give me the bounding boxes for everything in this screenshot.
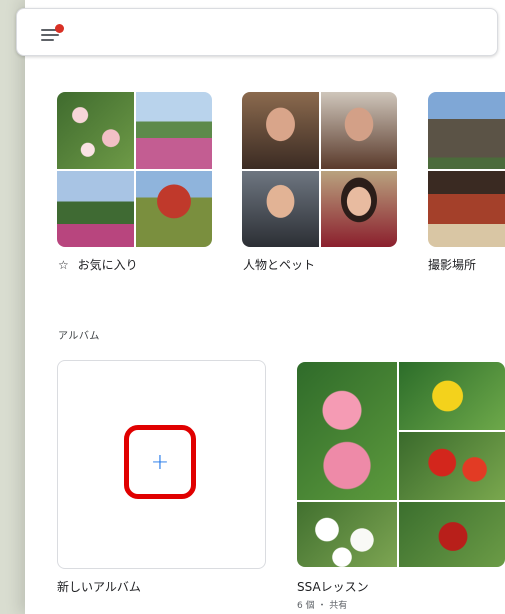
star-outline-icon: ☆: [58, 258, 69, 272]
album-cover-ssa[interactable]: [297, 362, 505, 567]
album-photo: [297, 502, 397, 567]
favorites-photo: [57, 170, 134, 247]
places-collage[interactable]: [428, 92, 505, 247]
plus-glyph: +: [150, 449, 170, 475]
people-label[interactable]: 人物とペット: [243, 256, 315, 273]
menu-icon[interactable]: [41, 24, 64, 42]
new-album-label[interactable]: 新しいアルバム: [57, 578, 141, 595]
favorites-photo: [57, 92, 134, 169]
albums-section-label: アルバム: [58, 331, 100, 342]
person-photo: [320, 92, 397, 169]
album-subtitle: 6 個 ・ 共有: [297, 601, 348, 611]
album-photo: [399, 432, 505, 500]
album-photo: [399, 362, 505, 430]
place-photo: [428, 92, 505, 169]
places-label[interactable]: 撮影場所: [428, 256, 476, 273]
person-photo: [242, 170, 319, 247]
plus-icon[interactable]: +: [124, 425, 196, 499]
people-collage[interactable]: [242, 92, 397, 247]
new-album-card[interactable]: +: [57, 360, 266, 569]
person-photo: [320, 170, 397, 247]
favorites-photo: [135, 170, 212, 247]
favorites-caption[interactable]: ☆ お気に入り: [58, 256, 138, 273]
album-title[interactable]: SSAレッスン: [297, 578, 369, 595]
top-bar: [16, 8, 498, 56]
favorites-photo: [135, 92, 212, 169]
person-photo: [242, 92, 319, 169]
favorites-label: お気に入り: [77, 258, 138, 272]
album-photo: [399, 502, 505, 567]
place-photo: [428, 170, 505, 247]
album-photo: [297, 362, 397, 500]
favorites-collage[interactable]: [57, 92, 212, 247]
notification-dot: [55, 24, 64, 33]
